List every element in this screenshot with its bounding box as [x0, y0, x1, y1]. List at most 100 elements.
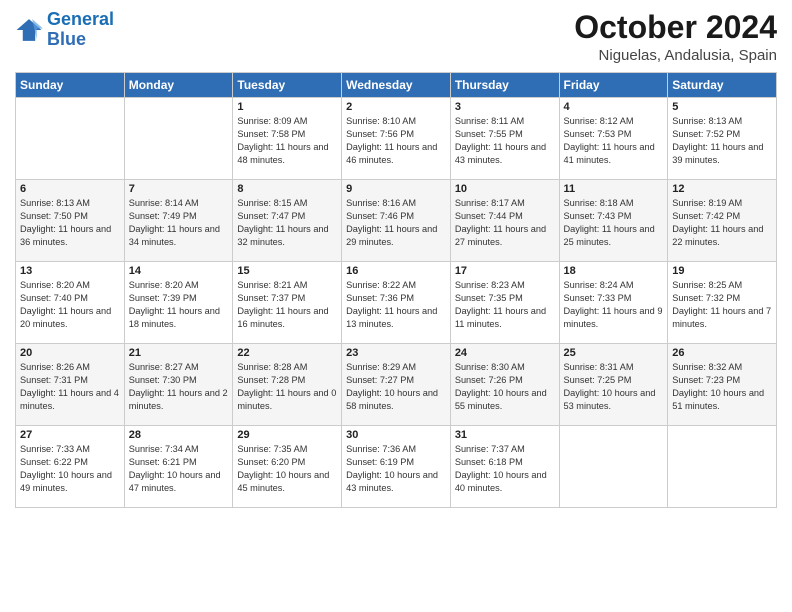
col-wednesday: Wednesday	[342, 73, 451, 98]
cell-2-5: 18Sunrise: 8:24 AMSunset: 7:33 PMDayligh…	[559, 262, 668, 344]
location-title: Niguelas, Andalusia, Spain	[574, 47, 777, 64]
daylight-line: Daylight: 10 hours and 49 minutes.	[20, 469, 120, 495]
sunrise-line: Sunrise: 8:31 AM	[564, 361, 664, 374]
sunset-line: Sunset: 7:37 PM	[237, 292, 337, 305]
daylight-line: Daylight: 10 hours and 47 minutes.	[129, 469, 229, 495]
cell-0-0	[16, 98, 125, 180]
day-info: Sunrise: 8:19 AMSunset: 7:42 PMDaylight:…	[672, 197, 772, 249]
day-number: 27	[20, 429, 120, 441]
sunrise-line: Sunrise: 8:18 AM	[564, 197, 664, 210]
sunset-line: Sunset: 6:20 PM	[237, 456, 337, 469]
sunset-line: Sunset: 7:58 PM	[237, 128, 337, 141]
daylight-line: Daylight: 11 hours and 11 minutes.	[455, 305, 555, 331]
sunrise-line: Sunrise: 7:35 AM	[237, 443, 337, 456]
cell-3-6: 26 Sunrise: 8:32 AMSunset: 7:23 PMDayligh…	[668, 344, 777, 426]
day-info: Sunrise: 8:20 AMSunset: 7:39 PMDaylight:…	[129, 279, 229, 331]
sunset-line: Sunset: 7:30 PM	[129, 374, 229, 387]
day-info: Sunrise: 8:28 AMSunset: 7:28 PMDaylight:…	[237, 361, 337, 413]
cell-1-0: 6Sunrise: 8:13 AMSunset: 7:50 PMDaylight…	[16, 180, 125, 262]
col-thursday: Thursday	[450, 73, 559, 98]
cell-3-1: 21Sunrise: 8:27 AMSunset: 7:30 PMDayligh…	[124, 344, 233, 426]
day-info: Sunrise: 8:18 AMSunset: 7:43 PMDaylight:…	[564, 197, 664, 249]
sunset-line: Sunset: 7:52 PM	[672, 128, 772, 141]
week-row-0: 1Sunrise: 8:09 AMSunset: 7:58 PMDaylight…	[16, 98, 777, 180]
cell-2-2: 15Sunrise: 8:21 AMSunset: 7:37 PMDayligh…	[233, 262, 342, 344]
day-number: 2	[346, 101, 446, 113]
day-info: Sunrise: 8:15 AMSunset: 7:47 PMDaylight:…	[237, 197, 337, 249]
sunrise-line: Sunrise: 8:23 AM	[455, 279, 555, 292]
day-info: Sunrise: 7:36 AMSunset: 6:19 PMDaylight:…	[346, 443, 446, 495]
sunrise-line: Sunrise: 8:28 AM	[237, 361, 337, 374]
cell-0-5: 4 Sunrise: 8:12 AMSunset: 7:53 PMDaylight…	[559, 98, 668, 180]
cell-4-4: 31 Sunrise: 7:37 AMSunset: 6:18 PMDayligh…	[450, 426, 559, 508]
day-number: 22	[237, 347, 337, 359]
sunrise-line: Sunrise: 8:20 AM	[20, 279, 120, 292]
sunset-line: Sunset: 7:40 PM	[20, 292, 120, 305]
day-info: Sunrise: 8:13 AMSunset: 7:50 PMDaylight:…	[20, 197, 120, 249]
day-number: 26	[672, 347, 772, 359]
day-info: Sunrise: 8:32 AMSunset: 7:23 PMDaylight:…	[672, 361, 772, 413]
day-info: Sunrise: 7:37 AMSunset: 6:18 PMDaylight:…	[455, 443, 555, 495]
logo-icon	[15, 16, 43, 44]
daylight-line: Daylight: 11 hours and 39 minutes.	[672, 141, 772, 167]
sunrise-line: Sunrise: 8:16 AM	[346, 197, 446, 210]
daylight-line: Daylight: 10 hours and 45 minutes.	[237, 469, 337, 495]
day-number: 30	[346, 429, 446, 441]
daylight-line: Daylight: 11 hours and 46 minutes.	[346, 141, 446, 167]
week-row-4: 27Sunrise: 7:33 AMSunset: 6:22 PMDayligh…	[16, 426, 777, 508]
day-info: Sunrise: 8:12 AMSunset: 7:53 PMDaylight:…	[564, 115, 664, 167]
sunrise-line: Sunrise: 7:37 AM	[455, 443, 555, 456]
sunrise-line: Sunrise: 8:25 AM	[672, 279, 772, 292]
daylight-line: Daylight: 11 hours and 36 minutes.	[20, 223, 120, 249]
sunrise-line: Sunrise: 8:29 AM	[346, 361, 446, 374]
col-friday: Friday	[559, 73, 668, 98]
daylight-line: Daylight: 11 hours and 2 minutes.	[129, 387, 229, 413]
day-info: Sunrise: 7:34 AMSunset: 6:21 PMDaylight:…	[129, 443, 229, 495]
day-number: 3	[455, 101, 555, 113]
sunrise-line: Sunrise: 8:27 AM	[129, 361, 229, 374]
cell-2-4: 17Sunrise: 8:23 AMSunset: 7:35 PMDayligh…	[450, 262, 559, 344]
cell-1-1: 7 Sunrise: 8:14 AMSunset: 7:49 PMDaylight…	[124, 180, 233, 262]
cell-3-3: 23Sunrise: 8:29 AMSunset: 7:27 PMDayligh…	[342, 344, 451, 426]
sunrise-line: Sunrise: 8:22 AM	[346, 279, 446, 292]
sunrise-line: Sunrise: 8:26 AM	[20, 361, 120, 374]
day-info: Sunrise: 8:10 AMSunset: 7:56 PMDaylight:…	[346, 115, 446, 167]
sunset-line: Sunset: 7:50 PM	[20, 210, 120, 223]
day-info: Sunrise: 8:11 AMSunset: 7:55 PMDaylight:…	[455, 115, 555, 167]
sunset-line: Sunset: 7:26 PM	[455, 374, 555, 387]
month-title: October 2024	[574, 10, 777, 45]
day-number: 31	[455, 429, 555, 441]
daylight-line: Daylight: 11 hours and 20 minutes.	[20, 305, 120, 331]
day-info: Sunrise: 8:25 AMSunset: 7:32 PMDaylight:…	[672, 279, 772, 331]
sunset-line: Sunset: 6:21 PM	[129, 456, 229, 469]
day-info: Sunrise: 8:14 AMSunset: 7:49 PMDaylight:…	[129, 197, 229, 249]
day-info: Sunrise: 8:09 AMSunset: 7:58 PMDaylight:…	[237, 115, 337, 167]
sunset-line: Sunset: 7:44 PM	[455, 210, 555, 223]
day-info: Sunrise: 8:30 AMSunset: 7:26 PMDaylight:…	[455, 361, 555, 413]
day-info: Sunrise: 8:20 AMSunset: 7:40 PMDaylight:…	[20, 279, 120, 331]
sunset-line: Sunset: 7:33 PM	[564, 292, 664, 305]
cell-4-6	[668, 426, 777, 508]
day-number: 7	[129, 183, 229, 195]
sunrise-line: Sunrise: 8:09 AM	[237, 115, 337, 128]
daylight-line: Daylight: 11 hours and 16 minutes.	[237, 305, 337, 331]
sunset-line: Sunset: 6:19 PM	[346, 456, 446, 469]
day-number: 14	[129, 265, 229, 277]
logo-blue: Blue	[47, 29, 86, 49]
calendar-table: Sunday Monday Tuesday Wednesday Thursday…	[15, 72, 777, 508]
cell-4-0: 27Sunrise: 7:33 AMSunset: 6:22 PMDayligh…	[16, 426, 125, 508]
daylight-line: Daylight: 11 hours and 18 minutes.	[129, 305, 229, 331]
sunrise-line: Sunrise: 8:19 AM	[672, 197, 772, 210]
day-number: 4	[564, 101, 664, 113]
cell-0-4: 3 Sunrise: 8:11 AMSunset: 7:55 PMDaylight…	[450, 98, 559, 180]
day-number: 19	[672, 265, 772, 277]
day-number: 16	[346, 265, 446, 277]
cell-0-6: 5Sunrise: 8:13 AMSunset: 7:52 PMDaylight…	[668, 98, 777, 180]
day-number: 13	[20, 265, 120, 277]
day-info: Sunrise: 8:17 AMSunset: 7:44 PMDaylight:…	[455, 197, 555, 249]
day-number: 8	[237, 183, 337, 195]
sunrise-line: Sunrise: 8:13 AM	[672, 115, 772, 128]
sunrise-line: Sunrise: 8:11 AM	[455, 115, 555, 128]
day-number: 9	[346, 183, 446, 195]
sunset-line: Sunset: 7:49 PM	[129, 210, 229, 223]
